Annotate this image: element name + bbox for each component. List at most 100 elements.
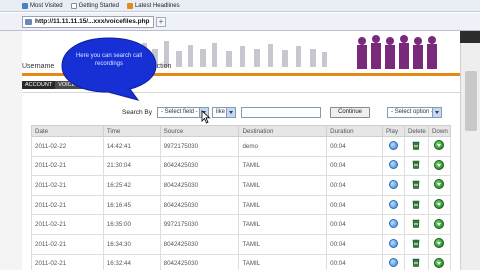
- header-people-graphic: [357, 35, 437, 69]
- cell-duration: 00:04: [326, 233, 383, 255]
- url-field[interactable]: http://11.11.11.15/...xxx/voicefiles.php: [22, 16, 154, 28]
- cell-source: 8042425030: [159, 253, 240, 270]
- table-row: 2011-02-21 16:25:42 8042425030 TAMIL 00:04: [31, 175, 452, 196]
- download-icon[interactable]: [434, 140, 445, 151]
- play-icon[interactable]: [388, 258, 398, 268]
- cell-time: 16:32:44: [102, 253, 161, 270]
- cell-time: 16:25:42: [102, 175, 161, 196]
- col-play: Play: [382, 125, 405, 137]
- cell-download: [427, 253, 452, 270]
- cell-duration: 00:04: [326, 155, 383, 177]
- play-icon[interactable]: [388, 160, 398, 170]
- download-icon[interactable]: [434, 179, 445, 190]
- cell-duration: 00:04: [326, 214, 383, 235]
- bookmark-getting-started[interactable]: Getting Started: [70, 2, 119, 9]
- cell-delete: [403, 155, 429, 177]
- cell-download: [427, 136, 452, 157]
- download-icon[interactable]: [434, 199, 445, 210]
- option-value: - Select option -: [391, 109, 434, 115]
- rss-icon: [126, 2, 133, 9]
- cell-delete: [403, 233, 429, 255]
- download-icon[interactable]: [434, 238, 445, 249]
- cell-destination: TAMIL: [238, 233, 328, 255]
- voice-files-table: Date Time Source Destination Duration Pl…: [31, 125, 452, 270]
- search-bar: Search By - Select field - like Continue…: [22, 106, 460, 120]
- delete-icon[interactable]: [412, 258, 420, 268]
- cell-play: [382, 194, 405, 216]
- cell-date: 2011-02-21: [31, 253, 104, 270]
- col-destination[interactable]: Destination: [238, 125, 328, 137]
- scrollbar-top: [460, 31, 480, 43]
- play-icon[interactable]: [388, 179, 398, 189]
- cell-time: 16:35:00: [102, 214, 161, 235]
- download-icon[interactable]: [434, 218, 445, 229]
- cell-download: [427, 175, 452, 196]
- cell-play: [382, 155, 405, 177]
- mouse-cursor-icon: [201, 110, 211, 124]
- col-duration[interactable]: Duration: [326, 125, 383, 137]
- delete-icon[interactable]: [412, 200, 420, 209]
- col-date[interactable]: Date: [31, 125, 104, 137]
- cell-date: 2011-02-21: [31, 214, 104, 235]
- vertical-scrollbar[interactable]: [460, 31, 480, 270]
- table-header-row: Date Time Source Destination Duration Pl…: [31, 125, 452, 137]
- bookmark-latest-headlines[interactable]: Latest Headlines: [126, 2, 180, 9]
- col-down: Down: [427, 125, 452, 137]
- cell-date: 2011-02-21: [31, 175, 104, 196]
- table-row: 2011-02-21 16:35:00 9972175030 TAMIL 00:04: [31, 214, 452, 235]
- cell-duration: 00:04: [326, 194, 383, 216]
- search-operator-select[interactable]: like: [212, 107, 236, 118]
- delete-icon[interactable]: [412, 160, 420, 170]
- cell-download: [427, 194, 452, 216]
- play-icon[interactable]: [388, 140, 398, 150]
- cell-destination: TAMIL: [238, 253, 328, 270]
- cell-source: 8042425030: [159, 155, 240, 177]
- option-select[interactable]: - Select option -: [387, 107, 442, 118]
- scrollbar-thumb[interactable]: [465, 71, 477, 131]
- page-icon: [70, 2, 77, 9]
- play-icon[interactable]: [388, 238, 398, 248]
- delete-icon[interactable]: [412, 239, 420, 248]
- play-icon[interactable]: [388, 199, 398, 209]
- cell-delete: [403, 214, 429, 235]
- cell-delete: [403, 136, 429, 157]
- col-delete: Delete: [403, 125, 429, 137]
- download-icon[interactable]: [434, 159, 445, 170]
- nav-username: Username: [22, 63, 55, 70]
- submenu-account[interactable]: ACCOUNT: [22, 80, 56, 89]
- search-input[interactable]: [241, 107, 321, 118]
- cell-destination: demo: [238, 136, 328, 157]
- site-icon: [25, 19, 32, 25]
- chevron-down-icon: [226, 108, 235, 117]
- delete-icon[interactable]: [412, 219, 420, 228]
- cell-delete: [403, 194, 429, 216]
- search-operator-value: like: [216, 109, 226, 115]
- delete-icon[interactable]: [412, 141, 420, 150]
- cell-destination: TAMIL: [238, 175, 328, 196]
- cell-source: 9972175030: [159, 214, 240, 235]
- cell-play: [382, 175, 405, 196]
- play-icon[interactable]: [388, 219, 398, 229]
- continue-button[interactable]: Continue: [330, 107, 370, 118]
- url-text: http://11.11.11.15/...xxx/voicefiles.php: [35, 18, 150, 25]
- cell-play: [382, 253, 405, 270]
- col-time[interactable]: Time: [102, 125, 161, 137]
- cell-download: [427, 233, 452, 255]
- cell-time: 16:16:45: [102, 194, 161, 216]
- cell-source: 8042425030: [159, 233, 240, 255]
- bookmark-most-visited[interactable]: Most Visited: [22, 2, 63, 9]
- download-icon[interactable]: [434, 257, 445, 268]
- search-field-value: - Select field -: [161, 109, 198, 115]
- cell-play: [382, 136, 405, 157]
- cell-destination: TAMIL: [238, 194, 328, 216]
- cell-delete: [403, 253, 429, 270]
- col-source[interactable]: Source: [159, 125, 240, 137]
- folder-icon: [22, 2, 28, 9]
- delete-icon[interactable]: [412, 180, 420, 189]
- cell-destination: TAMIL: [238, 214, 328, 235]
- new-tab-button[interactable]: +: [156, 17, 166, 27]
- cell-date: 2011-02-21: [31, 155, 104, 177]
- cell-source: 8042425030: [159, 175, 240, 196]
- cell-source: 8042425030: [159, 194, 240, 216]
- bookmark-label: Latest Headlines: [134, 2, 180, 9]
